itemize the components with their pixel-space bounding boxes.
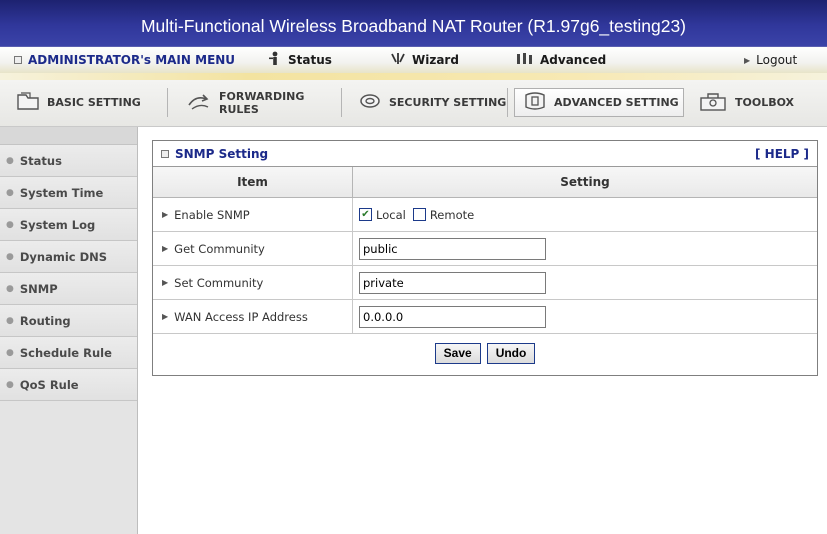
advanced-icon (523, 91, 547, 114)
sidebar-item-snmp[interactable]: ● SNMP (0, 273, 137, 305)
sidebar-item-routing[interactable]: ● Routing (0, 305, 137, 337)
row-label-cell: ▶ Get Community (153, 232, 353, 265)
row-value-cell: ✔ Local Remote (353, 198, 817, 231)
bullet-icon: ● (6, 251, 14, 262)
shield-icon (358, 92, 382, 113)
tab-toolbox[interactable]: TOOLBOX (690, 88, 802, 117)
bullet-icon: ● (6, 155, 14, 166)
table-row-wan-access: ▶ WAN Access IP Address (153, 300, 817, 334)
row-label-cell: ▶ Enable SNMP (153, 198, 353, 231)
triangle-right-icon: ▶ (162, 312, 169, 321)
panel-title: SNMP Setting (175, 146, 269, 161)
col-setting-header: Setting (560, 175, 610, 189)
remote-checkbox[interactable] (412, 208, 426, 221)
triangle-right-icon: ▶ (162, 210, 169, 219)
menu-advanced[interactable]: Advanced (516, 47, 606, 73)
triangle-right-icon: ▶ (162, 278, 169, 287)
panel-title-wrap: SNMP Setting (161, 147, 268, 161)
sidebar: ● Status ● System Time ● System Log ● Dynami… (0, 127, 138, 534)
admin-main-menu[interactable]: ADMINISTRATOR's MAIN MENU (14, 47, 235, 73)
arrow-right-icon: ▶ (744, 55, 751, 65)
bullet-icon: ● (6, 379, 14, 390)
window-title: Multi-Functional Wireless Broadband NAT … (0, 0, 827, 46)
sidebar-item-schedule-rule[interactable]: ● Schedule Rule (0, 337, 137, 369)
row-label-cell: ▶ WAN Access IP Address (153, 300, 353, 333)
button-row: Save Undo (153, 334, 817, 372)
tab-advanced-setting[interactable]: ADVANCED SETTING (514, 88, 684, 117)
row-value-cell (353, 266, 817, 299)
local-checkbox[interactable]: ✔ (359, 208, 372, 221)
app-title: Multi-Functional Wireless Broadband NAT … (140, 15, 687, 36)
col-item-header: Item (153, 167, 353, 197)
set-community-input[interactable] (359, 271, 546, 294)
table-row-enable-snmp: ▶ Enable SNMP ✔ Local Remote (153, 198, 817, 232)
panel-header: SNMP Setting [ HELP ] (153, 141, 817, 167)
bullet-icon: ● (6, 283, 14, 294)
row-value-cell (353, 300, 817, 333)
undo-button[interactable]: Undo (486, 342, 536, 364)
sidebar-item-system-log[interactable]: ● System Log (0, 209, 137, 241)
wan-access-ip-input[interactable] (359, 305, 546, 328)
table-row-set-community: ▶ Set Community (153, 266, 817, 300)
square-icon (14, 56, 22, 64)
tab-bar: BASIC SETTING FORWARDING RULES SECURITY … (0, 80, 827, 127)
local-label: Local (376, 207, 406, 222)
person-icon (268, 51, 282, 70)
toolbox-icon (698, 90, 728, 115)
snmp-setting-panel: SNMP Setting [ HELP ] Item Setting ▶ Enab… (152, 140, 818, 376)
sidebar-item-dynamic-dns[interactable]: ● Dynamic DNS (0, 241, 137, 273)
remote-label: Remote (429, 207, 475, 222)
menu-wizard[interactable]: Wizard (390, 47, 459, 73)
arrows-icon (186, 91, 212, 114)
row-label-cell: ▶ Set Community (153, 266, 353, 299)
help-link[interactable]: [ HELP ] (755, 147, 809, 161)
table-row-get-community: ▶ Get Community (153, 232, 817, 266)
sidebar-item-qos-rule[interactable]: ● QoS Rule (0, 369, 137, 401)
sidebar-item-system-time[interactable]: ● System Time (0, 177, 137, 209)
triangle-right-icon: ▶ (162, 244, 169, 253)
sidebar-top-strip (0, 127, 137, 145)
menu-logout[interactable]: ▶ Logout (744, 47, 797, 73)
main-menu-bar: ADMINISTRATOR's MAIN MENU Status Wizard … (0, 46, 827, 73)
menu-status[interactable]: Status (268, 47, 332, 73)
tab-forwarding-rules[interactable]: FORWARDING RULES (178, 88, 342, 117)
tab-security-setting[interactable]: SECURITY SETTING (350, 88, 508, 117)
bullet-icon: ● (6, 219, 14, 230)
wizard-icon (390, 52, 406, 69)
folder-icon (16, 90, 40, 115)
save-button[interactable]: Save (434, 342, 481, 364)
decorative-stripe (0, 73, 827, 80)
tab-basic-setting[interactable]: BASIC SETTING (8, 88, 168, 117)
table-header: Item Setting (153, 167, 817, 198)
get-community-input[interactable] (359, 237, 546, 260)
tools-icon (516, 52, 534, 69)
square-icon (161, 149, 169, 158)
row-value-cell (353, 232, 817, 265)
bullet-icon: ● (6, 315, 14, 326)
sidebar-item-status[interactable]: ● Status (0, 145, 137, 177)
bullet-icon: ● (6, 347, 14, 358)
bullet-icon: ● (6, 187, 14, 198)
